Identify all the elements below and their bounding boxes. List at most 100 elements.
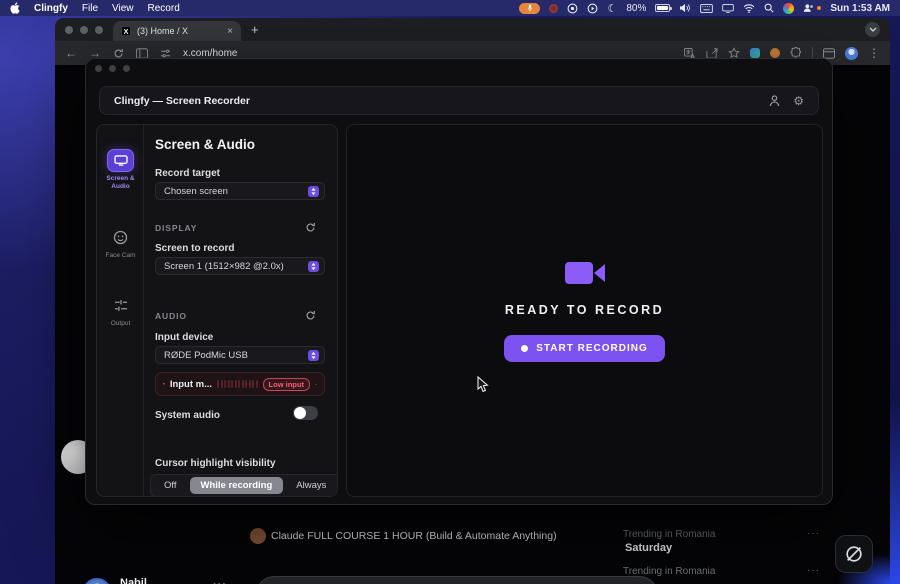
account-avatar[interactable] bbox=[83, 578, 111, 584]
display-refresh-icon[interactable] bbox=[305, 220, 316, 238]
input-meter-row[interactable]: Input m... Low input bbox=[155, 372, 325, 396]
input-meter-label: Input m... bbox=[170, 379, 212, 390]
chevron-down-icon bbox=[315, 382, 317, 387]
menubar-app-name[interactable]: Clingfy bbox=[34, 3, 68, 14]
extension-blue-icon[interactable] bbox=[750, 48, 760, 58]
audio-section-label: AUDIO bbox=[155, 311, 187, 321]
extension-orange-icon[interactable] bbox=[770, 48, 780, 58]
battery-percent: 80% bbox=[626, 3, 646, 14]
account-more-icon[interactable]: ··· bbox=[213, 579, 227, 584]
preview-stage: READY TO RECORD START RECORDING bbox=[346, 124, 823, 497]
new-tab-icon[interactable]: + bbox=[251, 22, 259, 37]
settings-panel: Screen & Audio Record target Chosen scre… bbox=[147, 125, 332, 496]
face-cam-icon bbox=[108, 227, 133, 248]
settings-card: Screen & Audio Face Cam Output Screen & … bbox=[96, 124, 338, 497]
tab-title: (3) Home / X bbox=[137, 26, 188, 36]
account-header-icon[interactable] bbox=[769, 95, 780, 107]
sidebar-item-screen-audio[interactable]: Screen & Audio bbox=[97, 150, 144, 192]
mic-active-indicator[interactable] bbox=[519, 3, 540, 14]
browser-traffic-lights[interactable] bbox=[65, 26, 103, 34]
macos-menubar: Clingfy File View Record ☾ 80% bbox=[0, 0, 900, 16]
display-section-label: DISPLAY bbox=[155, 223, 197, 233]
tab-groups-icon[interactable] bbox=[823, 48, 835, 59]
save-share-icon[interactable] bbox=[706, 48, 718, 59]
tab-close-icon[interactable]: × bbox=[227, 26, 233, 37]
input-device-select[interactable]: RØDE PodMic USB bbox=[155, 346, 325, 364]
video-camera-icon bbox=[563, 259, 607, 287]
segment-off[interactable]: Off bbox=[153, 477, 188, 494]
reload-icon[interactable] bbox=[113, 48, 124, 59]
sidebar-item-face-cam[interactable]: Face Cam bbox=[97, 227, 144, 260]
display-menu-icon[interactable] bbox=[722, 4, 734, 13]
select-stepper-icon bbox=[308, 186, 319, 197]
browser-menu-icon[interactable]: ⋮ bbox=[868, 46, 880, 60]
start-recording-button[interactable]: START RECORDING bbox=[504, 335, 664, 362]
sidebar-toggle-icon[interactable] bbox=[136, 48, 148, 59]
site-settings-icon[interactable] bbox=[160, 49, 171, 58]
level-meter bbox=[217, 380, 258, 388]
battery-icon bbox=[655, 4, 670, 12]
segment-while-recording[interactable]: While recording bbox=[190, 477, 284, 494]
browser-profile-avatar[interactable] bbox=[845, 47, 858, 60]
record-dot-icon bbox=[521, 345, 528, 352]
mouse-cursor bbox=[477, 376, 489, 393]
settings-gear-icon[interactable]: ⚙ bbox=[793, 94, 804, 108]
browser-tabstrip: X (3) Home / X × + bbox=[55, 18, 890, 41]
grok-button[interactable] bbox=[835, 535, 873, 573]
record-target-select[interactable]: Chosen screen bbox=[155, 182, 325, 200]
wifi-icon[interactable] bbox=[743, 4, 755, 13]
browser-tab[interactable]: X (3) Home / X × bbox=[113, 21, 241, 41]
trending-context-1: Trending in Romania bbox=[623, 529, 715, 540]
color-profile-icon[interactable] bbox=[783, 3, 794, 14]
ready-status: READY TO RECORD bbox=[505, 303, 664, 317]
account-name: Nabil bbox=[120, 577, 147, 584]
keyboard-icon[interactable] bbox=[700, 4, 713, 13]
app-sidebar: Screen & Audio Face Cam Output bbox=[97, 125, 144, 496]
system-audio-label: System audio bbox=[155, 410, 220, 421]
spotlight-search-icon[interactable] bbox=[764, 3, 774, 13]
trending-more-2[interactable]: ··· bbox=[807, 565, 820, 576]
app-title: Clingfy — Screen Recorder bbox=[114, 95, 250, 107]
screen-to-record-label: Screen to record bbox=[155, 243, 234, 254]
select-stepper-icon bbox=[308, 350, 319, 361]
select-stepper-icon bbox=[308, 261, 319, 272]
screen-recording-indicator-icon[interactable] bbox=[549, 4, 558, 13]
play-menu-icon[interactable] bbox=[587, 3, 598, 14]
tab-search-chevron-icon[interactable] bbox=[865, 22, 880, 37]
screen-select[interactable]: Screen 1 (1512×982 @2.0x) bbox=[155, 257, 325, 275]
menu-file[interactable]: File bbox=[82, 3, 98, 14]
translate-icon[interactable] bbox=[684, 48, 696, 59]
record-menu-icon[interactable] bbox=[567, 3, 578, 14]
panel-heading: Screen & Audio bbox=[155, 137, 255, 152]
audio-refresh-icon[interactable] bbox=[305, 308, 316, 326]
notification-dot bbox=[817, 6, 821, 10]
mic-icon bbox=[163, 379, 165, 389]
low-input-badge: Low input bbox=[263, 378, 310, 391]
sidebar-item-output[interactable]: Output bbox=[97, 295, 144, 328]
menu-record[interactable]: Record bbox=[148, 3, 180, 14]
app-header: Clingfy — Screen Recorder ⚙ bbox=[99, 86, 819, 115]
screen-audio-icon bbox=[108, 150, 133, 171]
input-device-label: Input device bbox=[155, 332, 213, 343]
trending-more-1[interactable]: ··· bbox=[807, 528, 820, 539]
volume-icon[interactable] bbox=[679, 3, 691, 13]
menu-view[interactable]: View bbox=[112, 3, 134, 14]
post-title[interactable]: Claude FULL COURSE 1 HOUR (Build & Autom… bbox=[271, 530, 557, 542]
do-not-disturb-icon[interactable]: ☾ bbox=[607, 2, 617, 15]
menubar-clock[interactable]: Sun 1:53 AM bbox=[830, 3, 890, 14]
segment-always[interactable]: Always bbox=[285, 477, 337, 494]
cursor-highlight-label: Cursor highlight visibility bbox=[155, 458, 276, 469]
x-favicon: X bbox=[121, 26, 131, 36]
fast-user-switch-icon[interactable] bbox=[803, 3, 821, 13]
clingfy-app-window: Clingfy — Screen Recorder ⚙ Screen & Aud… bbox=[85, 58, 833, 505]
back-icon[interactable]: ← bbox=[65, 46, 77, 60]
output-sliders-icon bbox=[108, 295, 133, 316]
system-audio-toggle[interactable] bbox=[293, 406, 318, 420]
app-traffic-lights[interactable] bbox=[95, 65, 130, 72]
trending-topic-1[interactable]: Saturday bbox=[625, 542, 672, 554]
cursor-highlight-segmented: Off While recording Always bbox=[150, 474, 338, 497]
apple-menu-icon[interactable] bbox=[10, 2, 20, 14]
post-author-avatar[interactable] bbox=[250, 528, 266, 544]
url-text[interactable]: x.com/home bbox=[183, 48, 237, 59]
capture-toolbar: × Display Window Area Camera Mic bbox=[256, 576, 658, 584]
